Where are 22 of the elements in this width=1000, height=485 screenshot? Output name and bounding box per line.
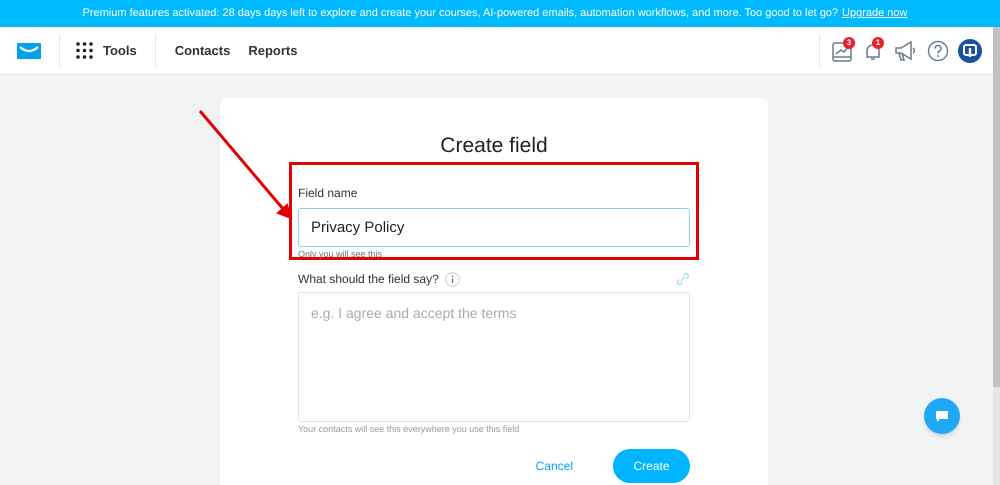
banner-text: Premium features activated: 28 days days left to explore and create your courses, AI-powered emails, automation workflows, and more. Too good to let go? <box>82 6 838 22</box>
field-hint: Your contacts will see this everywhere you use this field <box>298 423 520 436</box>
chat-button[interactable] <box>924 398 960 434</box>
chat-icon <box>936 410 948 422</box>
field-hint: Only you will see this <box>298 248 382 261</box>
megaphone-icon[interactable] <box>894 40 918 62</box>
notification-badge: 1 <box>872 36 884 48</box>
dialog-title: Create field <box>440 133 548 159</box>
nav-link[interactable]: Contacts <box>174 40 230 60</box>
nav-link[interactable]: Reports <box>248 40 298 60</box>
field-text-input[interactable]: e.g. I agree and accept the terms <box>298 292 690 422</box>
field-label: Field name <box>298 184 358 202</box>
logo-icon[interactable] <box>17 42 41 58</box>
avatar-icon[interactable] <box>958 38 982 62</box>
help-icon[interactable] <box>927 40 949 62</box>
field-name-input[interactable]: Privacy Policy <box>298 208 690 246</box>
scrollbar-thumb[interactable] <box>993 27 1000 387</box>
field-label: What should the field say? <box>298 271 439 288</box>
tools-menu[interactable]: Tools <box>76 40 137 60</box>
info-icon[interactable] <box>444 272 460 286</box>
grid-icon <box>76 42 93 59</box>
notification-badge: 3 <box>843 36 855 48</box>
